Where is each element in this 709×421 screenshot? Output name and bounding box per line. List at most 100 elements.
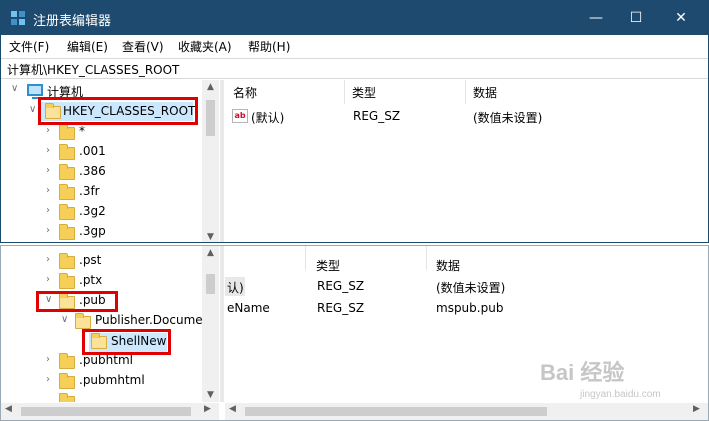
tree-item[interactable]: › .3fr xyxy=(1,183,201,203)
pane-splitter[interactable] xyxy=(220,246,224,402)
tree-item[interactable]: › .pubhtml xyxy=(1,352,201,372)
folder-icon xyxy=(59,124,75,140)
tree-item[interactable]: › .3g2 xyxy=(1,203,201,223)
folder-icon xyxy=(59,204,75,220)
folder-icon xyxy=(59,273,75,289)
tree-vertical-scrollbar[interactable]: ▲ ▼ xyxy=(202,246,219,402)
value-name: eName xyxy=(227,301,270,315)
tree-item[interactable]: › .pst xyxy=(1,252,201,272)
chevron-right-icon[interactable]: › xyxy=(46,205,50,216)
column-divider[interactable] xyxy=(465,80,466,104)
folder-icon xyxy=(59,164,75,180)
value-type: REG_SZ xyxy=(317,279,365,293)
tree-item-label: .386 xyxy=(79,164,106,178)
folder-icon xyxy=(59,393,75,402)
address-bar[interactable]: 计算机\HKEY_CLASSES_ROOT xyxy=(1,58,708,79)
column-header-data[interactable]: 数据 xyxy=(473,84,497,101)
scroll-left-icon[interactable]: ◀ xyxy=(229,404,236,414)
column-header-name[interactable]: 名称 xyxy=(233,84,257,101)
tree-item[interactable]: › .ptx xyxy=(1,272,201,292)
column-header-type[interactable]: 类型 xyxy=(352,84,376,101)
scroll-down-icon[interactable]: ▼ xyxy=(202,390,219,400)
baidu-watermark-logo: Bai 经验 xyxy=(540,360,625,385)
value-type: REG_SZ xyxy=(353,109,401,123)
chevron-right-icon[interactable]: › xyxy=(46,374,50,385)
scrollbar-thumb[interactable] xyxy=(206,274,215,294)
list-item[interactable]: eName REG_SZ mspub.pub xyxy=(225,299,705,319)
column-header-data[interactable]: 数据 xyxy=(436,257,460,274)
value-name: 认) xyxy=(227,281,244,295)
window-title: 注册表编辑器 xyxy=(33,14,112,29)
address-text: 计算机\HKEY_CLASSES_ROOT xyxy=(7,63,180,77)
list-horizontal-scrollbar[interactable]: ◀ ▶ xyxy=(225,403,708,420)
menu-view[interactable]: 查看(V) xyxy=(122,38,164,55)
folder-icon xyxy=(59,253,75,269)
highlight-box-shellnew xyxy=(82,329,171,355)
values-list-pane: 类型 数据 认) REG_SZ (数值未设置) eName REG_SZ msp… xyxy=(225,246,708,402)
tree-item[interactable]: › .386 xyxy=(1,163,201,183)
menu-bar: 文件(F) 编辑(E) 查看(V) 收藏夹(A) 帮助(H) xyxy=(1,35,708,57)
string-value-icon: ab xyxy=(232,109,248,123)
baidu-watermark-url: jingyan.baidu.com xyxy=(580,389,661,400)
values-list-pane: 名称 类型 数据 ab (默认) REG_SZ (数值未设置) xyxy=(225,80,708,242)
value-data: (数值未设置) xyxy=(436,281,506,295)
folder-icon xyxy=(75,313,91,329)
scrollbar-thumb[interactable] xyxy=(206,100,215,136)
scrollbar-thumb[interactable] xyxy=(245,407,547,416)
tree-item-label: .pubmhtml xyxy=(79,373,145,387)
scroll-right-icon[interactable]: ▶ xyxy=(693,404,700,414)
menu-edit[interactable]: 编辑(E) xyxy=(67,38,108,55)
tree-item-label: Publisher.Documen xyxy=(95,313,211,327)
tree-item-label: .3gp xyxy=(79,224,106,238)
chevron-right-icon[interactable]: › xyxy=(46,225,50,236)
tree-item-label: .ptx xyxy=(79,273,103,287)
folder-icon xyxy=(59,353,75,369)
menu-favorites[interactable]: 收藏夹(A) xyxy=(178,38,232,55)
chevron-down-icon[interactable]: ∨ xyxy=(61,314,68,325)
column-divider[interactable] xyxy=(305,246,306,270)
chevron-right-icon[interactable]: › xyxy=(46,274,50,285)
scroll-up-icon[interactable]: ▲ xyxy=(202,248,219,258)
menu-file[interactable]: 文件(F) xyxy=(9,38,49,55)
tree-vertical-scrollbar[interactable]: ▲ ▼ xyxy=(202,80,219,242)
folder-icon xyxy=(59,224,75,240)
list-item[interactable]: 认) REG_SZ (数值未设置) xyxy=(225,277,705,297)
highlight-box-hkcr xyxy=(38,97,198,125)
tree-item[interactable] xyxy=(1,392,201,402)
scroll-down-icon[interactable]: ▼ xyxy=(202,232,219,242)
scrollbar-thumb[interactable] xyxy=(21,407,191,416)
tree-item[interactable]: › .001 xyxy=(1,143,201,163)
title-bar[interactable]: 注册表编辑器 — ☐ ✕ xyxy=(1,1,708,35)
chevron-right-icon[interactable]: › xyxy=(46,145,50,156)
chevron-right-icon[interactable]: › xyxy=(46,185,50,196)
value-type: REG_SZ xyxy=(317,301,365,315)
chevron-down-icon[interactable]: ∨ xyxy=(11,83,18,94)
chevron-right-icon[interactable]: › xyxy=(46,165,50,176)
close-button[interactable]: ✕ xyxy=(658,1,704,35)
regedit-app-icon xyxy=(11,11,25,25)
tree-item-label: .3g2 xyxy=(79,204,106,218)
list-item[interactable]: ab (默认) REG_SZ (数值未设置) xyxy=(225,107,705,127)
column-header-type[interactable]: 类型 xyxy=(316,257,340,274)
tree-horizontal-scrollbar[interactable]: ◀ ▶ xyxy=(1,403,219,420)
column-divider[interactable] xyxy=(344,80,345,104)
maximize-button[interactable]: ☐ xyxy=(613,1,659,35)
scroll-up-icon[interactable]: ▲ xyxy=(202,82,219,92)
column-divider[interactable] xyxy=(426,246,427,270)
scroll-right-icon[interactable]: ▶ xyxy=(204,404,211,414)
menu-help[interactable]: 帮助(H) xyxy=(248,38,290,55)
chevron-right-icon[interactable]: › xyxy=(46,354,50,365)
value-data: (数值未设置) xyxy=(473,111,543,125)
tree-item[interactable]: › .3gp xyxy=(1,223,201,242)
tree-item[interactable]: › * xyxy=(1,123,201,143)
folder-icon xyxy=(59,144,75,160)
pane-splitter[interactable] xyxy=(220,80,224,242)
highlight-box-pub xyxy=(36,291,118,312)
folder-icon xyxy=(59,373,75,389)
chevron-right-icon[interactable]: › xyxy=(46,254,50,265)
scroll-left-icon[interactable]: ◀ xyxy=(5,404,12,414)
chevron-down-icon[interactable]: ∨ xyxy=(29,104,36,115)
tree-item[interactable]: › .pubmhtml xyxy=(1,372,201,392)
tree-item-label: .3fr xyxy=(79,184,100,198)
chevron-right-icon[interactable]: › xyxy=(46,125,50,136)
